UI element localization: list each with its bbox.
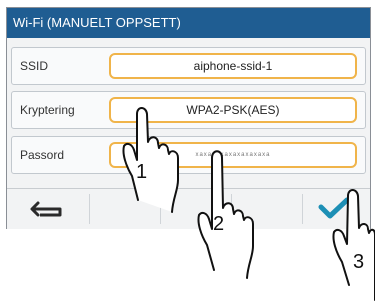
checkmark-icon: [318, 197, 350, 219]
bottom-toolbar: [7, 188, 370, 229]
ssid-row: SSID aiphone-ssid-1: [11, 47, 366, 85]
password-field[interactable]: xaxaxaxaxaxaxaxaxa: [109, 142, 357, 168]
ssid-label: SSID: [20, 59, 49, 73]
back-button[interactable]: [7, 189, 89, 229]
page-title: Wi-Fi (MANUELT OPPSETT): [7, 8, 370, 38]
encryption-row: Kryptering WPA2-PSK(AES): [11, 91, 366, 129]
wifi-settings-panel: Wi-Fi (MANUELT OPPSETT) SSID aiphone-ssi…: [6, 7, 371, 229]
toolbar-divider: [160, 194, 161, 224]
password-label: Passord: [20, 148, 65, 162]
password-row: Passord xaxaxaxaxaxaxaxaxa: [11, 136, 366, 174]
toolbar-divider: [89, 194, 90, 224]
encryption-label: Kryptering: [20, 103, 75, 117]
ssid-field[interactable]: aiphone-ssid-1: [109, 53, 357, 79]
encryption-field[interactable]: WPA2-PSK(AES): [109, 97, 357, 123]
step-3-label: 3: [353, 251, 364, 273]
confirm-button[interactable]: [303, 189, 371, 229]
back-arrow-icon: [30, 201, 62, 217]
toolbar-divider: [231, 194, 232, 224]
